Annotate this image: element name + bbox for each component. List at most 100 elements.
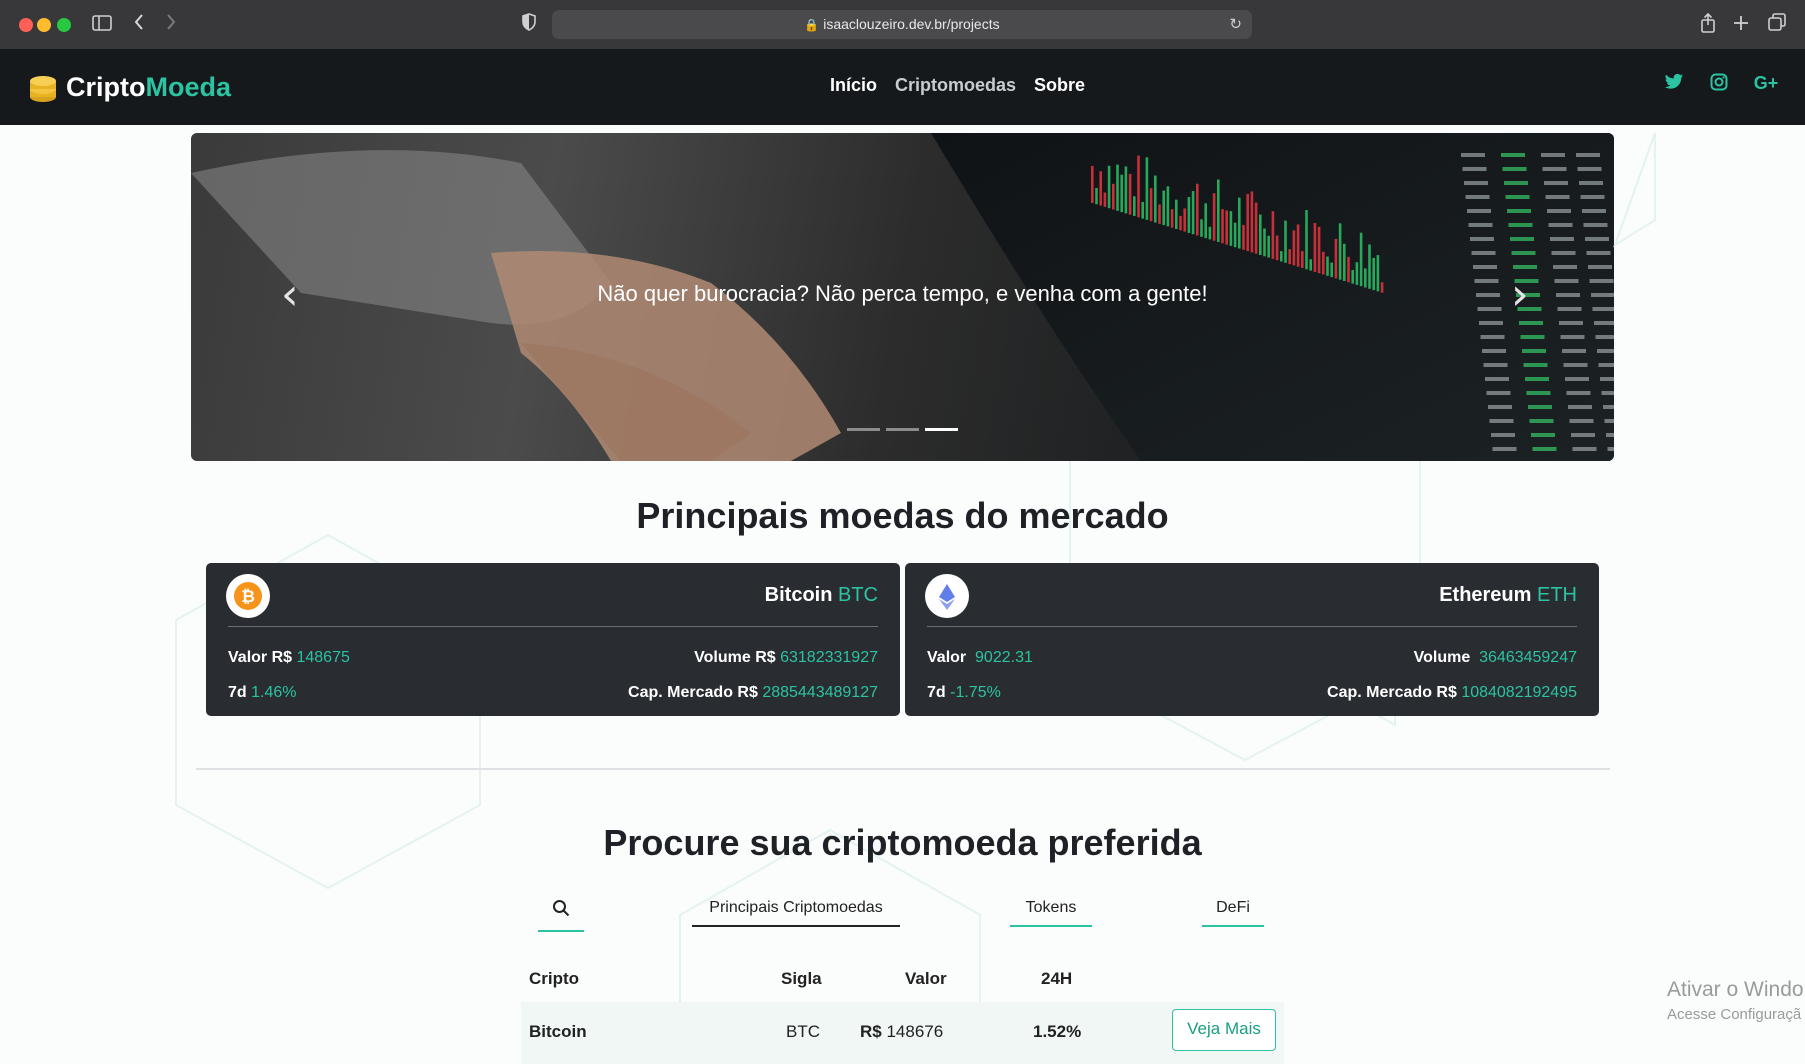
coin-volume-label: Volume R$ (694, 649, 776, 666)
row-cripto: Bitcoin (529, 1022, 587, 1041)
coin-market-cap: Cap. Mercado R$ 1084082192495 (1327, 684, 1577, 702)
coin-valor-label: Valor (927, 649, 967, 666)
coin-market-cap: Cap. Mercado R$ 2885443489127 (628, 684, 878, 702)
site-navbar: CriptoMoeda Início Criptomoedas Sobre G+ (0, 49, 1805, 125)
tab-label: DeFi (1216, 899, 1250, 916)
logo-text: CriptoMoeda (66, 72, 231, 103)
coin-cap-value: 1084082192495 (1461, 684, 1577, 701)
coin-title: Bitcoin BTC (765, 584, 878, 607)
market-section-title: Principais moedas do mercado (636, 495, 1169, 536)
address-bar[interactable]: 🔒 isaaclouzeiro.dev.br/projects ↻ (552, 10, 1252, 39)
coin-volume-value: 36463459247 (1479, 649, 1577, 666)
instagram-icon[interactable] (1706, 73, 1732, 99)
tab-underline (692, 925, 900, 927)
nav-link-sobre[interactable]: Sobre (1034, 75, 1085, 96)
carousel-next-icon[interactable]: › (1511, 273, 1529, 317)
coin-change-7d: 7d 1.46% (228, 684, 297, 702)
card-divider (228, 626, 878, 627)
card-divider (927, 626, 1577, 627)
coin-symbol: BTC (838, 584, 878, 606)
carousel-indicators (847, 428, 958, 431)
carousel-prev-icon[interactable]: ‹ (281, 273, 299, 317)
column-header-sigla: Sigla (781, 969, 822, 988)
row-valor: R$ 148676 (860, 1022, 943, 1042)
coin-volume-label: Volume (1413, 649, 1471, 666)
sidebar-toggle-icon[interactable] (92, 13, 112, 35)
tab-tokens[interactable]: Tokens (1010, 899, 1092, 927)
coin-card-ethereum: Ethereum ETH Valor 9022.31 Volume 364634… (905, 563, 1599, 716)
coin-cap-label: Cap. Mercado R$ (1327, 684, 1457, 701)
tab-underline (1202, 925, 1264, 927)
coin-change-7d: 7d -1.75% (927, 684, 1001, 702)
site-logo[interactable]: CriptoMoeda (26, 67, 231, 107)
coin-valor-value: 9022.31 (975, 649, 1033, 666)
search-section-title: Procure sua criptomoeda preferida (603, 822, 1202, 863)
svg-text:₿: ₿ (241, 587, 255, 606)
hero-carousel: Não quer burocracia? Não perca tempo, e … (191, 133, 1614, 461)
coin-valor-value: 148675 (296, 649, 350, 666)
main-nav: Início Criptomoedas Sobre (830, 75, 1085, 96)
coin-change-label: 7d (228, 684, 247, 701)
hero-caption: Não quer burocracia? Não perca tempo, e … (597, 281, 1208, 306)
nav-link-inicio[interactable]: Início (830, 75, 877, 96)
coin-valor: Valor R$ 148675 (228, 649, 350, 667)
coin-title: Ethereum ETH (1439, 584, 1577, 607)
section-divider (196, 768, 1610, 770)
coin-valor: Valor 9022.31 (927, 649, 1033, 667)
search-tab[interactable] (538, 899, 584, 932)
reload-icon[interactable]: ↻ (1229, 15, 1242, 33)
coin-change-value: 1.46% (251, 684, 297, 701)
logo-text-part1: Cripto (66, 71, 146, 102)
url-label: isaaclouzeiro.dev.br/projects (823, 16, 1000, 32)
coin-volume: Volume R$ 63182331927 (694, 649, 878, 667)
close-window-button[interactable] (19, 18, 33, 32)
carousel-indicator-1[interactable] (847, 428, 880, 431)
coin-symbol: ETH (1537, 584, 1577, 606)
nav-link-criptomoedas[interactable]: Criptomoedas (895, 75, 1016, 96)
column-header-cripto: Cripto (529, 969, 580, 988)
back-icon[interactable] (133, 13, 145, 35)
carousel-indicator-3[interactable] (925, 428, 958, 431)
veja-mais-button[interactable]: Veja Mais (1172, 1009, 1276, 1051)
ethereum-icon (925, 574, 969, 618)
column-header-24h: 24H (1041, 969, 1073, 988)
row-valor-prefix: R$ (860, 1022, 882, 1041)
lock-icon: 🔒 (804, 18, 820, 32)
logo-text-part2: Moeda (145, 71, 231, 102)
windows-activation-subtext: Acesse Configuraçã (1667, 1006, 1802, 1023)
column-header-valor: Valor (905, 969, 947, 988)
new-tab-icon[interactable] (1733, 13, 1749, 35)
tab-overview-icon[interactable] (1768, 13, 1786, 35)
tab-principais-criptomoedas[interactable]: Principais Criptomoedas (692, 899, 900, 927)
tab-label: Principais Criptomoedas (709, 899, 883, 916)
coin-change-value: -1.75% (950, 684, 1001, 701)
coin-volume: Volume 36463459247 (1414, 649, 1577, 667)
share-icon[interactable] (1700, 12, 1716, 37)
twitter-icon[interactable] (1661, 73, 1687, 99)
coins-logo-icon (26, 70, 60, 104)
forward-icon[interactable] (165, 13, 177, 35)
coin-name: Bitcoin (764, 584, 833, 606)
coin-name: Ethereum (1439, 584, 1532, 606)
bitcoin-icon: ₿ (226, 574, 270, 618)
google-plus-icon[interactable]: G+ (1750, 73, 1782, 99)
coin-valor-label: Valor R$ (228, 649, 293, 666)
row-valor-value: 148676 (886, 1022, 944, 1041)
row-change-24h: 1.52% (1033, 1022, 1082, 1041)
coin-cap-value: 2885443489127 (762, 684, 878, 701)
privacy-shield-icon[interactable] (522, 13, 536, 35)
windows-activation-watermark: Ativar o Windo (1667, 978, 1804, 1001)
tab-defi[interactable]: DeFi (1202, 899, 1264, 927)
coin-volume-value: 63182331927 (780, 649, 878, 666)
carousel-indicator-2[interactable] (886, 428, 919, 431)
search-icon (553, 900, 570, 917)
zoom-window-button[interactable] (57, 18, 71, 32)
coin-cap-label: Cap. Mercado R$ (628, 684, 758, 701)
tab-label: Tokens (1025, 899, 1077, 916)
browser-toolbar: 🔒 isaaclouzeiro.dev.br/projects ↻ (0, 0, 1805, 49)
coin-card-bitcoin: ₿ Bitcoin BTC Valor R$ 148675 Volume R$ … (206, 563, 900, 716)
tab-underline (1010, 925, 1092, 927)
minimize-window-button[interactable] (37, 18, 51, 32)
url-text: 🔒 isaaclouzeiro.dev.br/projects (552, 16, 1252, 32)
coin-change-label: 7d (927, 684, 946, 701)
